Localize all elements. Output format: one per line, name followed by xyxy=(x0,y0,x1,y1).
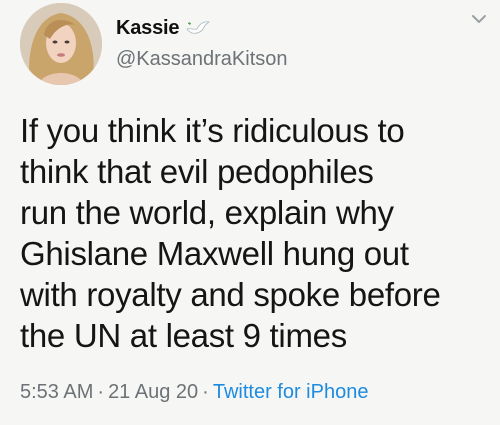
tweet-card: Kassie @KassandraKitson If you think it’… xyxy=(0,0,500,425)
tweet-text-line: think that evil pedophiles xyxy=(20,153,374,190)
tweet-text-line: If you think it’s ridiculous to xyxy=(20,112,405,149)
tweet-metadata: 5:53 AM · 21 Aug 20 · Twitter for iPhone xyxy=(20,381,368,404)
meta-separator: · xyxy=(97,381,105,403)
tweet-time[interactable]: 5:53 AM xyxy=(20,381,93,403)
dove-icon xyxy=(186,21,211,34)
author-name-row[interactable]: Kassie xyxy=(116,14,211,42)
tweet-text-line: the UN at least 9 times xyxy=(20,317,347,354)
avatar-photo xyxy=(20,3,102,85)
meta-separator: · xyxy=(202,381,209,403)
author-handle[interactable]: @KassandraKitson xyxy=(116,48,288,71)
tweet-text-line: with royalty and spoke before xyxy=(20,276,441,313)
tweet-text: If you think it’s ridiculous to think th… xyxy=(20,110,490,356)
tweet-source-link[interactable]: Twitter for iPhone xyxy=(213,381,369,403)
tweet-text-line: Ghislane Maxwell hung out xyxy=(20,235,409,272)
display-name[interactable]: Kassie xyxy=(116,17,179,40)
avatar[interactable] xyxy=(20,3,102,85)
chevron-down-icon[interactable] xyxy=(470,12,488,26)
tweet-date[interactable]: 21 Aug 20 xyxy=(108,381,198,403)
tweet-text-line: run the world, explain why xyxy=(20,194,394,231)
